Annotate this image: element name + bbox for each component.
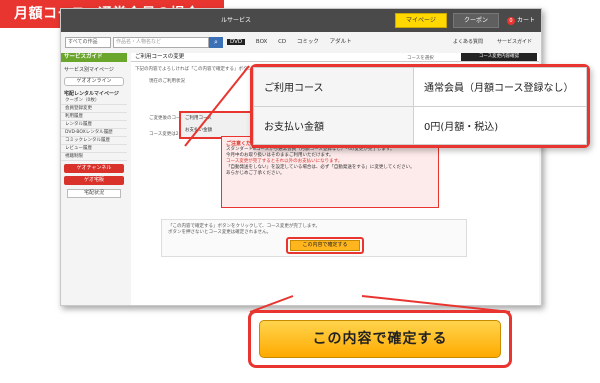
table-key: お支払い金額 <box>253 105 414 145</box>
sidebar-rental-heading: 宅配レンタルマイページ <box>64 91 119 97</box>
course-summary-table-zoom: ご利用コース 通常会員（月額コース登録なし） お支払い金額 0円(月額・税込) <box>250 64 590 148</box>
top-header: ルサービス マイページ クーポン 0 カート <box>61 9 541 32</box>
current-status-label: 現在のご利用状況 <box>149 79 185 84</box>
confirm-note-line: ボタンを押さないとコース変更は確定されません。 <box>168 230 272 235</box>
category-adult[interactable]: アダルト <box>330 39 352 45</box>
search-bar: すべての作品 作品名・人物名など ⌕ DVD BOX CD コミック アダルト … <box>61 37 541 48</box>
mypage-button[interactable]: マイページ <box>395 13 447 28</box>
main-heading-text: ご利用コースの変更 <box>135 54 185 60</box>
table-key: ご利用コース <box>181 113 251 125</box>
sidebar-item[interactable]: 利用履歴 <box>61 113 127 121</box>
cart-button[interactable]: 0 カート <box>504 12 538 29</box>
sidebar-item[interactable]: コミックレンタル履歴 <box>61 137 127 145</box>
summary-table: ご利用コース 通常会員（月額コース登録なし） お支払い金額 0円(月額・税込) <box>253 67 587 145</box>
sidebar-item[interactable]: 視聴制限 <box>61 153 127 161</box>
sidebar-geo-online-button[interactable]: ゲオオンライン <box>64 77 124 86</box>
service-label: ルサービス <box>221 17 252 24</box>
confirm-button-zoom-frame: この内容で確定する <box>248 310 512 368</box>
confirm-area: 「この内容で確定する」ボタンをクリックして、コース変更が完了します。 ボタンを押さ… <box>161 219 467 257</box>
sidebar-geo-channel[interactable]: ゲオチャンネル <box>64 164 124 173</box>
search-icon: ⌕ <box>214 38 218 46</box>
sidebar-title: サービス別マイページ <box>64 67 114 73</box>
service-guide-link[interactable]: サービスガイド <box>497 37 532 48</box>
cart-count-badge: 0 <box>506 17 515 25</box>
category-box[interactable]: BOX <box>256 39 267 45</box>
sidebar-geo-mall[interactable]: ゲオ宅販 <box>64 176 124 185</box>
step-confirm-current: コース変更内容確認 <box>461 53 537 61</box>
faq-link[interactable]: よくある質問 <box>453 37 483 48</box>
search-button[interactable]: ⌕ <box>209 37 223 48</box>
cart-label: カート <box>516 17 535 24</box>
category-cd[interactable]: CD <box>278 39 286 45</box>
coupon-button[interactable]: クーポン <box>453 13 499 28</box>
category-dvd[interactable]: DVD <box>227 39 246 45</box>
sidebar-item[interactable]: レビュー履歴 <box>61 145 127 153</box>
main-heading: ご利用コースの変更 コースを選択 コース変更内容確認 <box>131 53 539 62</box>
category-select[interactable]: すべての作品 <box>65 37 111 48</box>
table-value: 通常会員（月額コース登録なし） <box>413 67 587 107</box>
confirm-button-small[interactable]: この内容で確定する <box>290 240 360 251</box>
category-comic[interactable]: コミック <box>297 39 319 45</box>
sidebar-service-guide[interactable]: サービスガイド <box>61 53 127 62</box>
table-row: お支払い金額 0円(月額・税込) <box>253 105 587 145</box>
table-value: 0円(月額・税込) <box>413 105 587 145</box>
step-select-course: コースを選択 <box>407 56 434 61</box>
sidebar-item[interactable]: 会員登録変更 <box>61 105 127 113</box>
confirm-note: 「この内容で確定する」ボタンをクリックして、コース変更が完了します。 ボタンを押さ… <box>168 224 320 236</box>
confirm-button[interactable]: この内容で確定する <box>259 320 501 358</box>
sidebar-item[interactable]: クーポン（0枚） <box>61 97 127 105</box>
sidebar-item[interactable]: DVD-BOXレンタル履歴 <box>61 129 127 137</box>
table-row: ご利用コース 通常会員（月額コース登録なし） <box>253 67 587 107</box>
table-key: ご利用コース <box>253 67 414 107</box>
search-input[interactable]: 作品名・人物名など <box>113 37 209 48</box>
sidebar-delivery-status[interactable]: 宅配状況 <box>67 189 121 198</box>
screenshot-frame: ルサービス マイページ クーポン 0 カート すべての作品 作品名・人物名など ⌕… <box>60 8 542 306</box>
category-links: DVD BOX CD コミック アダルト <box>227 37 361 48</box>
sidebar: サービスガイド サービス別マイページ ゲオオンライン 宅配レンタルマイページ ク… <box>61 53 127 305</box>
sidebar-item[interactable]: レンタル履歴 <box>61 121 127 129</box>
notice-line: あらかじめご了承ください。 <box>226 171 285 176</box>
